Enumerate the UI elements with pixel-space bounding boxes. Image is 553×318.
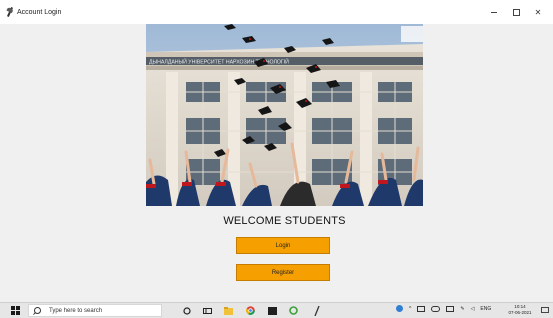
terminal-icon[interactable] <box>268 306 277 315</box>
python-feather-icon[interactable] <box>312 305 321 316</box>
graduation-photo: ДЫНАЛДАНЫЙ УНІВЕРСИТЕТ НАРХОЗИН ТЕХНОЛОГ… <box>146 24 423 206</box>
system-tray: ^ ✎ ◁ ENG <box>396 305 491 312</box>
taskbar-search[interactable]: Type here to search <box>28 304 162 317</box>
network-status-icon[interactable] <box>396 305 403 312</box>
login-button[interactable]: Login <box>236 237 330 254</box>
windows-start-icon[interactable] <box>11 306 20 315</box>
minimize-icon <box>491 11 497 13</box>
file-explorer-icon[interactable] <box>224 306 233 315</box>
notification-icon[interactable] <box>540 306 549 315</box>
battery-icon[interactable] <box>417 305 426 312</box>
window-controls: ✕ <box>483 0 549 24</box>
chevron-up-icon[interactable]: ^ <box>409 306 411 312</box>
building-sign-text: ДЫНАЛДАНЫЙ УНІВЕРСИТЕТ НАРХОЗИН ТЕХНОЛОГ… <box>149 58 289 66</box>
hero-image: ДЫНАЛДАНЫЙ УНІВЕРСИТЕТ НАРХОЗИН ТЕХНОЛОГ… <box>146 24 423 206</box>
minimize-button[interactable] <box>483 0 505 24</box>
pen-icon[interactable]: ✎ <box>460 306 464 312</box>
window-title: Account Login <box>17 8 62 16</box>
close-icon: ✕ <box>534 7 542 17</box>
language-indicator[interactable]: ENG <box>480 306 491 312</box>
feather-icon <box>6 7 14 17</box>
welcome-heading: WELCOME STUDENTS <box>223 215 346 227</box>
cloud-icon[interactable] <box>431 305 441 312</box>
cortana-icon[interactable] <box>182 306 191 315</box>
maximize-icon <box>512 8 520 16</box>
main-content: ДЫНАЛДАНЫЙ УНІВЕРСИТЕТ НАРХОЗИН ТЕХНОЛОГ… <box>0 24 553 302</box>
display-icon[interactable] <box>446 305 455 312</box>
clock-date: 07-06-2021 <box>508 310 532 315</box>
search-placeholder: Type here to search <box>49 307 103 314</box>
close-button[interactable]: ✕ <box>527 0 549 24</box>
chrome-icon[interactable] <box>246 306 255 315</box>
register-button[interactable]: Register <box>236 264 330 281</box>
search-icon <box>34 307 41 314</box>
title-bar: Account Login ✕ <box>0 0 553 24</box>
task-view-icon[interactable] <box>203 306 212 315</box>
volume-icon[interactable]: ◁ <box>471 306 475 312</box>
app-green-icon[interactable] <box>289 306 298 315</box>
taskbar: Type here to search ^ ✎ ◁ ENG 10:14 07-0… <box>0 302 553 318</box>
maximize-button[interactable] <box>505 0 527 24</box>
system-clock[interactable]: 10:14 07-06-2021 <box>506 304 534 316</box>
